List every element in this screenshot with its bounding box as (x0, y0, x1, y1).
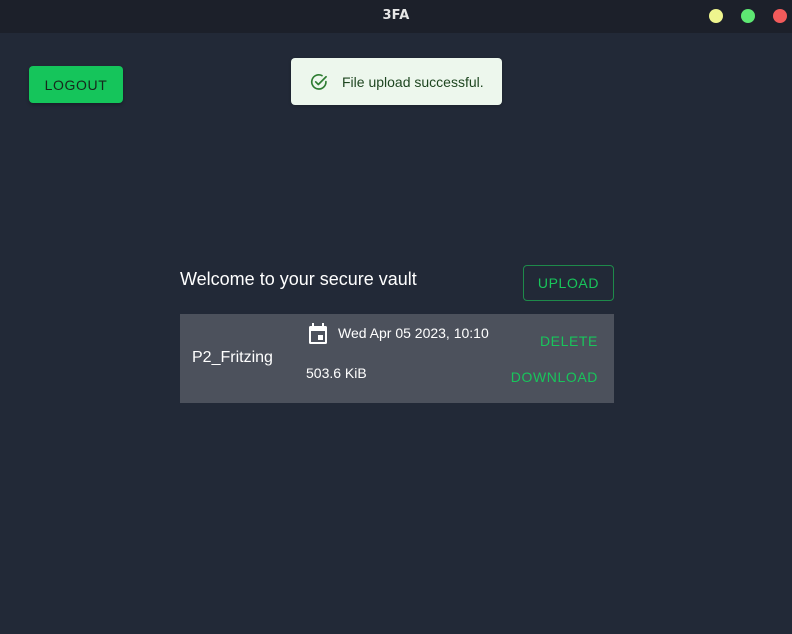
maximize-button[interactable] (741, 9, 755, 23)
toast-message: File upload successful. (342, 73, 484, 90)
file-date: Wed Apr 05 2023, 10:10 (338, 325, 489, 341)
download-button[interactable]: DOWNLOAD (511, 369, 598, 385)
file-size: 503.6 KiB (306, 365, 367, 381)
close-button[interactable] (773, 9, 787, 23)
delete-button[interactable]: DELETE (540, 333, 598, 349)
file-name: P2_Fritzing (192, 349, 273, 366)
check-circle-icon (309, 72, 329, 92)
calendar-icon (308, 323, 328, 345)
success-toast: File upload successful. (291, 58, 502, 105)
page-title: Welcome to your secure vault (180, 269, 417, 289)
window-title: 3FA (382, 8, 410, 23)
upload-button[interactable]: UPLOAD (523, 265, 614, 301)
file-card: P2_Fritzing Wed Apr 05 2023, 10:10 503.6… (180, 314, 614, 403)
minimize-button[interactable] (709, 9, 723, 23)
window-titlebar: 3FA (0, 0, 792, 33)
logout-button[interactable]: LOGOUT (29, 66, 123, 103)
